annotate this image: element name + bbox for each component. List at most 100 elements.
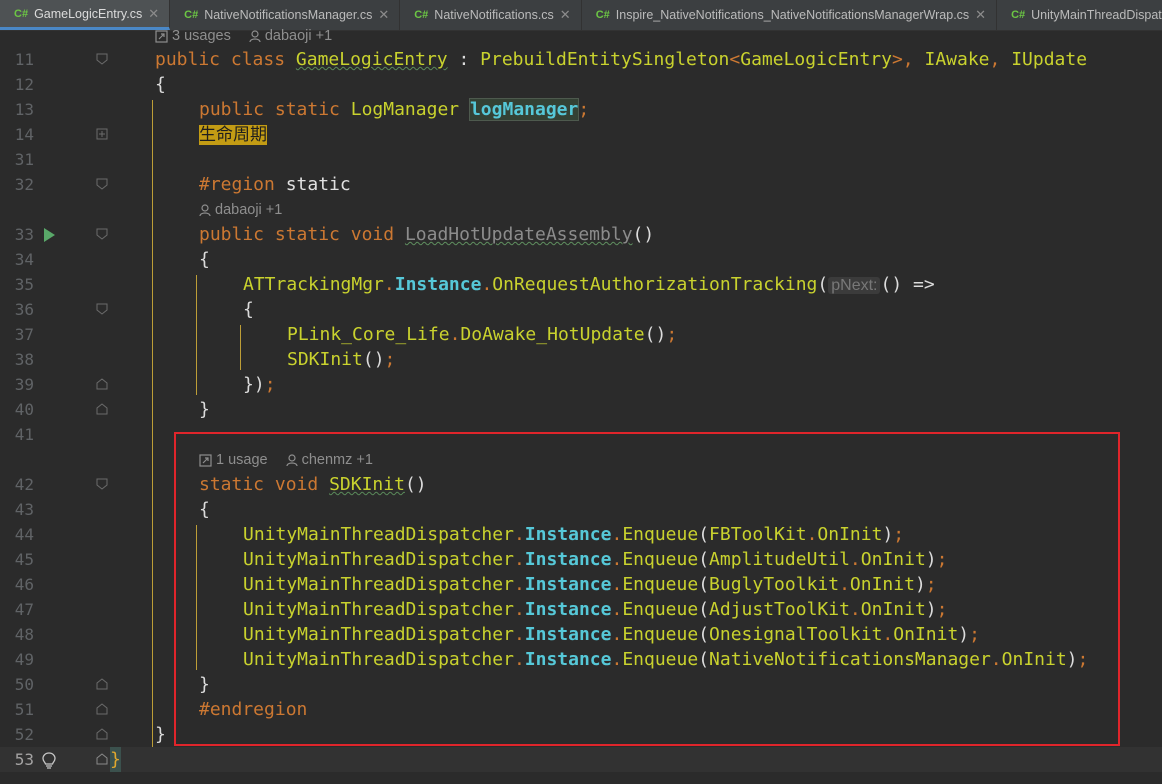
author-hint[interactable]: dabaoji +1: [249, 26, 332, 46]
method-call: Enqueue: [622, 574, 699, 595]
code-line-44[interactable]: 44 UnityMainThreadDispatcher.Instance.En…: [0, 522, 1162, 547]
code-line-39[interactable]: 39 });: [0, 372, 1162, 397]
usages-hint[interactable]: 3 usages: [155, 26, 231, 46]
code-line-31[interactable]: 31: [0, 147, 1162, 172]
line-number: 49: [14, 650, 34, 669]
person-icon: [249, 29, 261, 42]
line-number: 34: [14, 250, 34, 269]
lightbulb-icon[interactable]: [40, 751, 58, 769]
base-class: PrebuildEntitySingleton: [480, 49, 730, 70]
code-line-48[interactable]: 48 UnityMainThreadDispatcher.Instance.En…: [0, 622, 1162, 647]
author-hint[interactable]: chenmz +1: [286, 450, 373, 470]
code-line-52[interactable]: 52 }: [0, 722, 1162, 747]
tab-unitymainthreaddispatcher[interactable]: C# UnityMainThreadDispat: [997, 0, 1162, 30]
interface-name: IUpdate: [1011, 49, 1088, 70]
line-number: 38: [14, 350, 34, 369]
tab-gamelogicentry[interactable]: C# GameLogicEntry.cs ✕: [0, 0, 171, 30]
fold-end-icon[interactable]: [96, 753, 108, 765]
interface-name: IAwake: [924, 49, 990, 70]
parens: (): [632, 224, 655, 245]
folded-region-label[interactable]: 生命周期: [199, 124, 267, 145]
fold-icon[interactable]: [96, 478, 108, 490]
usages-hint[interactable]: 1 usage: [199, 450, 268, 470]
code-line-12[interactable]: 12 {: [0, 72, 1162, 97]
code-text: UnityMainThreadDispatcher.Instance.Enque…: [243, 574, 937, 595]
parameter-hint: pNext:: [828, 276, 881, 294]
fold-end-icon[interactable]: [96, 678, 108, 690]
usages-count: 1 usage: [216, 452, 268, 468]
code-line-41[interactable]: 41: [0, 422, 1162, 447]
dot: .: [449, 324, 461, 345]
code-line-42[interactable]: 42 static void SDKInit(): [0, 472, 1162, 497]
code-line-34[interactable]: 34 {: [0, 247, 1162, 272]
keyword: static: [199, 474, 265, 495]
code-line-11[interactable]: 11 public class GameLogicEntry : Prebuil…: [0, 47, 1162, 72]
code-line-47[interactable]: 47 UnityMainThreadDispatcher.Instance.En…: [0, 597, 1162, 622]
code-line-14[interactable]: 14 生命周期: [0, 122, 1162, 147]
code-text: {: [199, 249, 210, 270]
run-icon[interactable]: [40, 226, 58, 244]
lambda: () =>: [880, 273, 935, 295]
line-number: 39: [14, 375, 34, 394]
line-number: 11: [14, 50, 34, 69]
semicolon: ;: [384, 349, 396, 370]
code-line-50[interactable]: 50 }: [0, 672, 1162, 697]
close-icon[interactable]: ✕: [560, 7, 571, 23]
keyword: class: [230, 49, 286, 70]
fold-icon[interactable]: [96, 303, 108, 315]
code-editor[interactable]: 3 usages dabaoji +1 11 public class Game…: [0, 28, 1162, 784]
fold-icon[interactable]: [96, 53, 108, 65]
close-icon[interactable]: ✕: [975, 7, 986, 23]
code-text: public class GameLogicEntry : PrebuildEn…: [155, 47, 1087, 72]
property-name: Instance: [524, 649, 612, 670]
fold-end-icon[interactable]: [96, 403, 108, 415]
code-line-46[interactable]: 46 UnityMainThreadDispatcher.Instance.En…: [0, 572, 1162, 597]
close-icon[interactable]: ✕: [148, 6, 159, 22]
line-number: 33: [14, 225, 34, 244]
code-line-53[interactable]: 53 }: [0, 747, 1162, 772]
tab-nativenotifications[interactable]: C# NativeNotifications.cs ✕: [400, 0, 582, 30]
parens: (): [644, 324, 667, 345]
code-line-32[interactable]: 32 #region static: [0, 172, 1162, 197]
close-icon[interactable]: ✕: [378, 7, 389, 23]
code-line-45[interactable]: 45 UnityMainThreadDispatcher.Instance.En…: [0, 547, 1162, 572]
code-line-36[interactable]: 36 {: [0, 297, 1162, 322]
line-number: 53: [14, 750, 34, 769]
argument-method: OnInit: [849, 574, 915, 595]
dot: .: [481, 273, 493, 295]
tab-inspire-wrap[interactable]: C# Inspire_NativeNotifications_NativeNot…: [582, 0, 998, 30]
generic-arg: GameLogicEntry: [740, 49, 892, 70]
usages-icon: [199, 453, 212, 467]
line-number: 50: [14, 675, 34, 694]
csharp-file-icon: C#: [14, 7, 29, 20]
code-text: public static LogManager logManager;: [199, 97, 589, 122]
fold-end-icon[interactable]: [96, 703, 108, 715]
author-hint[interactable]: dabaoji +1: [199, 200, 282, 220]
code-text: {: [199, 499, 210, 520]
fold-expand-icon[interactable]: [96, 128, 108, 140]
fold-end-icon[interactable]: [96, 378, 108, 390]
method-call: Enqueue: [622, 549, 699, 570]
code-line-49[interactable]: 49 UnityMainThreadDispatcher.Instance.En…: [0, 647, 1162, 672]
code-line-35[interactable]: 35 ATTrackingMgr.Instance.OnRequestAutho…: [0, 272, 1162, 297]
line-number: 35: [14, 275, 34, 294]
fold-icon[interactable]: [96, 228, 108, 240]
fold-icon[interactable]: [96, 178, 108, 190]
code-line-43[interactable]: 43 {: [0, 497, 1162, 522]
code-line-37[interactable]: 37 PLink_Core_Life.DoAwake_HotUpdate();: [0, 322, 1162, 347]
code-vision-hint: 1 usage chenmz +1: [199, 450, 373, 470]
code-line-38[interactable]: 38 SDKInit();: [0, 347, 1162, 372]
code-text: PLink_Core_Life.DoAwake_HotUpdate();: [287, 322, 677, 347]
property-name: Instance: [394, 273, 482, 295]
method-call: Enqueue: [622, 624, 699, 645]
usages-count: 3 usages: [172, 28, 231, 44]
code-line-51[interactable]: 51 #endregion: [0, 697, 1162, 722]
csharp-file-icon: C#: [595, 9, 610, 21]
fold-end-icon[interactable]: [96, 728, 108, 740]
code-line-33[interactable]: 33 public static void LoadHotUpdateAssem…: [0, 222, 1162, 247]
class-name: UnityMainThreadDispatcher: [243, 524, 514, 545]
code-line-13[interactable]: 13 public static LogManager logManager;: [0, 97, 1162, 122]
class-name: UnityMainThreadDispatcher: [243, 624, 514, 645]
property-name: Instance: [524, 624, 612, 645]
code-line-40[interactable]: 40 }: [0, 397, 1162, 422]
